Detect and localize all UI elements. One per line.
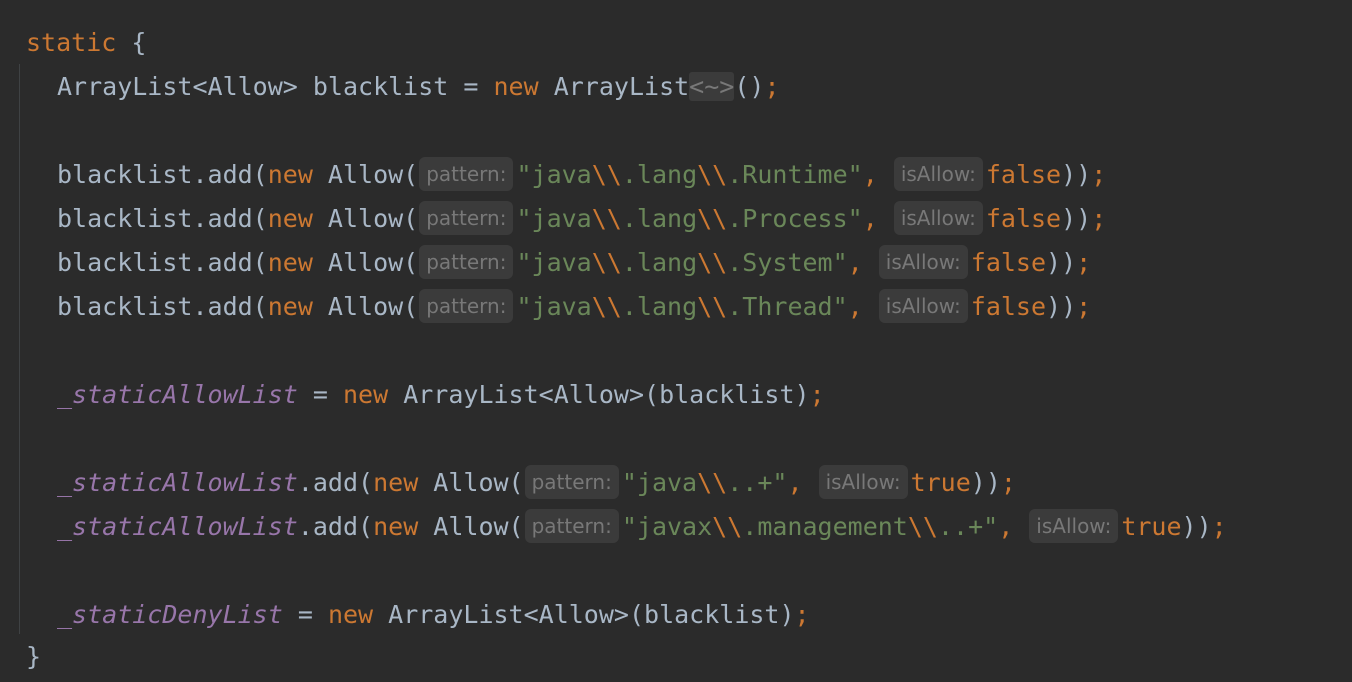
code-text: )): [1061, 204, 1092, 233]
code-text: blacklist.add(: [57, 292, 268, 321]
parameter-hint: isAllow:: [893, 157, 983, 191]
code-line[interactable]: ArrayList<Allow> blacklist = new ArrayLi…: [57, 65, 780, 109]
semicolon: ;: [794, 600, 810, 629]
semicolon: ;: [1076, 248, 1092, 277]
code-text: Allow(: [418, 512, 524, 541]
parameter-hint: pattern:: [419, 245, 514, 279]
keyword: new: [267, 160, 313, 189]
code-text: ArrayList: [538, 72, 690, 101]
code-text: )): [970, 468, 1001, 497]
keyword: new: [373, 512, 419, 541]
string-literal: "java\\..+": [621, 468, 788, 497]
keyword: new: [267, 248, 313, 277]
code-text: ArrayList<Allow> blacklist =: [57, 72, 494, 101]
comma: ,: [862, 204, 893, 233]
code-text: Allow(: [418, 468, 524, 497]
parameter-hint: pattern:: [419, 201, 514, 235]
string-literal: "java\\.lang\\.System": [516, 248, 848, 277]
brace: }: [26, 642, 42, 671]
semicolon: ;: [1091, 160, 1107, 189]
comma: ,: [847, 292, 878, 321]
code-line[interactable]: blacklist.add(new Allow(pattern: "java\\.…: [57, 153, 1106, 197]
semicolon: ;: [809, 380, 825, 409]
diamond-fold[interactable]: <~>: [689, 72, 735, 101]
code-text: Allow(: [312, 248, 419, 277]
keyword: new: [373, 468, 419, 497]
code-line[interactable]: static {: [26, 21, 146, 65]
brace: {: [116, 28, 147, 57]
code-text: ArrayList<Allow>(blacklist): [373, 600, 795, 629]
comma: ,: [787, 468, 818, 497]
code-text: (): [734, 72, 765, 101]
parameter-hint: isAllow:: [878, 245, 968, 279]
code-text: blacklist.add(: [57, 160, 268, 189]
code-text: .add(: [297, 512, 374, 541]
comma: ,: [847, 248, 878, 277]
string-literal: "javax\\.management\\..+": [621, 512, 999, 541]
parameter-hint: pattern:: [524, 465, 619, 499]
code-editor[interactable]: static { ArrayList<Allow> blacklist = ne…: [0, 0, 1352, 682]
code-text: )): [1181, 512, 1212, 541]
static-field: _staticAllowList: [57, 512, 298, 541]
keyword: static: [26, 28, 117, 57]
code-text: .add(: [297, 468, 374, 497]
code-line[interactable]: _staticAllowList.add(new Allow(pattern: "…: [57, 505, 1227, 549]
code-text: =: [297, 380, 343, 409]
keyword: false: [985, 204, 1062, 233]
semicolon: ;: [1076, 292, 1092, 321]
string-literal: "java\\.lang\\.Process": [516, 204, 863, 233]
code-text: )): [1061, 160, 1092, 189]
parameter-hint: pattern:: [419, 157, 514, 191]
parameter-hint: isAllow:: [1029, 509, 1119, 543]
code-line[interactable]: blacklist.add(new Allow(pattern: "java\\.…: [57, 285, 1091, 329]
parameter-hint: isAllow:: [893, 201, 983, 235]
code-line[interactable]: _staticDenyList = new ArrayList<Allow>(b…: [57, 593, 810, 637]
code-line[interactable]: _staticAllowList.add(new Allow(pattern: "…: [57, 461, 1016, 505]
code-text: blacklist.add(: [57, 248, 268, 277]
semicolon: ;: [1000, 468, 1016, 497]
parameter-hint: pattern:: [419, 289, 514, 323]
semicolon: ;: [764, 72, 780, 101]
code-text: )): [1046, 292, 1077, 321]
code-text: =: [282, 600, 328, 629]
parameter-hint: isAllow:: [818, 465, 908, 499]
comma: ,: [998, 512, 1029, 541]
keyword: false: [970, 292, 1047, 321]
keyword: true: [910, 468, 971, 497]
keyword: new: [342, 380, 389, 409]
code-text: blacklist.add(: [57, 204, 268, 233]
keyword: new: [493, 72, 539, 101]
static-field: _staticAllowList: [57, 380, 298, 409]
keyword: new: [267, 204, 313, 233]
code-text: Allow(: [312, 160, 419, 189]
semicolon: ;: [1091, 204, 1107, 233]
keyword: true: [1121, 512, 1182, 541]
string-literal: "java\\.lang\\.Runtime": [516, 160, 863, 189]
code-text: )): [1046, 248, 1077, 277]
parameter-hint: isAllow:: [878, 289, 968, 323]
code-text: Allow(: [312, 204, 419, 233]
static-field: _staticAllowList: [57, 468, 298, 497]
keyword: new: [327, 600, 374, 629]
semicolon: ;: [1211, 512, 1227, 541]
keyword: false: [985, 160, 1062, 189]
code-line[interactable]: blacklist.add(new Allow(pattern: "java\\.…: [57, 197, 1106, 241]
code-line[interactable]: blacklist.add(new Allow(pattern: "java\\.…: [57, 241, 1091, 285]
static-field: _staticDenyList: [57, 600, 283, 629]
code-text: ArrayList<Allow>(blacklist): [388, 380, 810, 409]
comma: ,: [862, 160, 893, 189]
string-literal: "java\\.lang\\.Thread": [516, 292, 848, 321]
parameter-hint: pattern:: [524, 509, 619, 543]
keyword: new: [267, 292, 313, 321]
indent-guide: [19, 64, 20, 634]
code-text: Allow(: [312, 292, 419, 321]
keyword: false: [970, 248, 1047, 277]
code-line[interactable]: _staticAllowList = new ArrayList<Allow>(…: [57, 373, 825, 417]
code-line[interactable]: }: [26, 635, 41, 679]
